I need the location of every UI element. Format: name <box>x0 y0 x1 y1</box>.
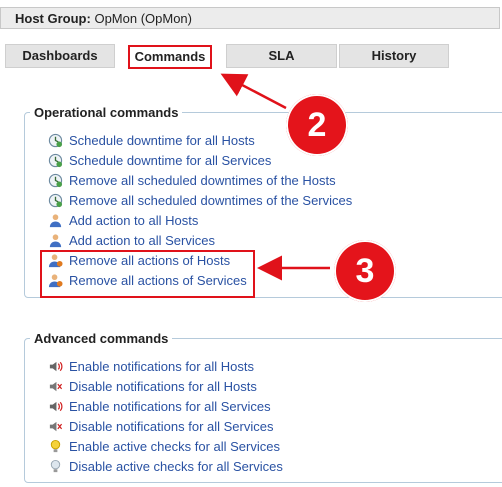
operational-commands-title: Operational commands <box>34 105 179 120</box>
operational-command-label[interactable]: Add action to all Services <box>69 233 215 248</box>
advanced-command-3[interactable]: Disable notifications for all Services <box>48 417 273 435</box>
advanced-commands-title: Advanced commands <box>34 331 169 346</box>
host-group-label-wrap: Host Group: OpMon (OpMon) <box>15 11 192 26</box>
speaker-off-icon <box>48 379 63 394</box>
annotation-badge-2: 2 <box>286 94 348 156</box>
clock-icon <box>48 153 63 168</box>
operational-command-2[interactable]: Remove all scheduled downtimes of the Ho… <box>48 171 336 189</box>
user-icon <box>48 233 63 248</box>
tab-sla[interactable]: SLA <box>226 44 337 68</box>
advanced-command-5[interactable]: Disable active checks for all Services <box>48 457 283 475</box>
advanced-command-2[interactable]: Enable notifications for all Services <box>48 397 271 415</box>
speaker-on-icon <box>48 399 63 414</box>
bulb-off-icon <box>48 459 63 474</box>
host-group-label: Host Group: <box>15 11 91 26</box>
advanced-command-label[interactable]: Enable notifications for all Services <box>69 399 271 414</box>
arrow-to-commands-tab <box>220 73 287 110</box>
tab-commands[interactable]: Commands <box>128 45 212 69</box>
annotation-badge-3: 3 <box>334 240 396 302</box>
advanced-command-label[interactable]: Disable notifications for all Hosts <box>69 379 257 394</box>
operational-command-5[interactable]: Add action to all Services <box>48 231 215 249</box>
host-group-bar: Host Group: OpMon (OpMon) <box>0 7 500 29</box>
advanced-command-0[interactable]: Enable notifications for all Hosts <box>48 357 254 375</box>
highlight-box-remove-actions <box>40 250 255 298</box>
user-icon <box>48 213 63 228</box>
operational-command-3[interactable]: Remove all scheduled downtimes of the Se… <box>48 191 352 209</box>
speaker-off-icon <box>48 419 63 434</box>
operational-command-label[interactable]: Remove all scheduled downtimes of the Se… <box>69 193 352 208</box>
operational-command-label[interactable]: Schedule downtime for all Services <box>69 153 271 168</box>
operational-command-4[interactable]: Add action to all Hosts <box>48 211 198 229</box>
advanced-command-label[interactable]: Disable notifications for all Services <box>69 419 273 434</box>
tab-history[interactable]: History <box>339 44 449 68</box>
advanced-command-1[interactable]: Disable notifications for all Hosts <box>48 377 257 395</box>
tab-dashboards[interactable]: Dashboards <box>5 44 115 68</box>
operational-command-label[interactable]: Remove all scheduled downtimes of the Ho… <box>69 173 336 188</box>
advanced-command-4[interactable]: Enable active checks for all Services <box>48 437 280 455</box>
clock-icon <box>48 133 63 148</box>
clock-icon <box>48 193 63 208</box>
clock-icon <box>48 173 63 188</box>
operational-command-0[interactable]: Schedule downtime for all Hosts <box>48 131 255 149</box>
host-group-value: OpMon (OpMon) <box>94 11 192 26</box>
operational-command-label[interactable]: Add action to all Hosts <box>69 213 198 228</box>
operational-command-label[interactable]: Schedule downtime for all Hosts <box>69 133 255 148</box>
advanced-command-label[interactable]: Enable notifications for all Hosts <box>69 359 254 374</box>
operational-command-1[interactable]: Schedule downtime for all Services <box>48 151 271 169</box>
advanced-command-label[interactable]: Disable active checks for all Services <box>69 459 283 474</box>
advanced-command-label[interactable]: Enable active checks for all Services <box>69 439 280 454</box>
bulb-on-icon <box>48 439 63 454</box>
speaker-on-icon <box>48 359 63 374</box>
